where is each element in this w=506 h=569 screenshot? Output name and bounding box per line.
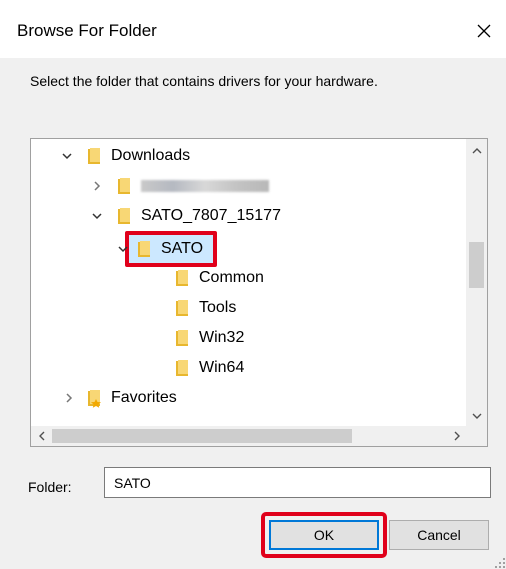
tree-item-sato[interactable]: SATO bbox=[117, 231, 218, 267]
close-button[interactable] bbox=[462, 12, 506, 50]
folder-icon bbox=[176, 270, 188, 286]
selected-tree-item[interactable]: SATO bbox=[125, 231, 218, 267]
folder-icon bbox=[118, 208, 130, 224]
folder-icon bbox=[176, 360, 188, 376]
folder-icon bbox=[88, 148, 100, 164]
browse-for-folder-dialog: Browse For Folder Select the folder that… bbox=[0, 0, 506, 569]
favorites-folder-icon bbox=[88, 390, 101, 408]
scrollbar-corner bbox=[466, 425, 487, 446]
tree-item-tools[interactable]: Tools bbox=[175, 294, 236, 322]
tree-item-common[interactable]: Common bbox=[175, 264, 264, 292]
chevron-down-icon[interactable] bbox=[61, 150, 73, 162]
chevron-right-icon[interactable] bbox=[63, 392, 75, 404]
instruction-text: Select the folder that contains drivers … bbox=[30, 73, 378, 89]
horizontal-scroll-thumb[interactable] bbox=[52, 429, 352, 443]
folder-input[interactable] bbox=[104, 467, 491, 498]
redacted-folder-name bbox=[141, 180, 269, 192]
resize-grip-icon[interactable] bbox=[494, 557, 506, 569]
tree-item-label: SATO bbox=[161, 240, 204, 257]
folder-icon bbox=[176, 330, 188, 346]
close-icon bbox=[477, 24, 491, 38]
tree-item-downloads[interactable]: Downloads bbox=[61, 142, 190, 170]
tree-item-win32[interactable]: Win32 bbox=[175, 324, 244, 352]
folder-icon bbox=[118, 178, 130, 194]
chevron-left-icon bbox=[38, 431, 44, 441]
tree-item-favorites[interactable]: Favorites bbox=[63, 384, 177, 412]
folder-field-label: Folder: bbox=[28, 479, 72, 495]
tree-item-label: Common bbox=[199, 269, 264, 286]
vertical-scrollbar[interactable] bbox=[466, 139, 487, 426]
horizontal-scrollbar[interactable] bbox=[31, 426, 467, 446]
tree-item-label: Win32 bbox=[199, 329, 245, 346]
tree-item-label: SATO_7807_15177 bbox=[141, 207, 281, 224]
scroll-left-button[interactable] bbox=[31, 426, 52, 446]
tree-item-label: Win64 bbox=[199, 359, 245, 376]
tree-item-label: Favorites bbox=[111, 389, 177, 406]
chevron-up-icon bbox=[472, 148, 481, 154]
folder-tree[interactable]: Downloads SATO_7807_15177 SATO Common To… bbox=[30, 138, 488, 447]
chevron-right-icon[interactable] bbox=[91, 180, 103, 192]
scroll-right-button[interactable] bbox=[446, 426, 467, 446]
title-bar: Browse For Folder bbox=[0, 0, 506, 58]
dialog-title: Browse For Folder bbox=[17, 21, 157, 40]
tree-item-win64[interactable]: Win64 bbox=[175, 354, 244, 382]
scroll-up-button[interactable] bbox=[466, 141, 487, 161]
ok-button[interactable]: OK bbox=[269, 520, 379, 550]
tree-item-label: Downloads bbox=[111, 147, 191, 164]
cancel-button[interactable]: Cancel bbox=[389, 520, 489, 550]
folder-icon bbox=[176, 300, 188, 316]
chevron-down-icon[interactable] bbox=[117, 243, 129, 255]
scroll-down-button[interactable] bbox=[466, 406, 487, 426]
chevron-down-icon bbox=[472, 413, 481, 419]
tree-item-sato-7807-15177[interactable]: SATO_7807_15177 bbox=[91, 202, 281, 230]
tree-item-blurred[interactable] bbox=[91, 172, 269, 200]
open-folder-icon bbox=[138, 241, 150, 257]
chevron-down-icon[interactable] bbox=[91, 210, 103, 222]
vertical-scroll-thumb[interactable] bbox=[469, 242, 484, 288]
chevron-right-icon bbox=[454, 431, 460, 441]
tree-item-label: Tools bbox=[199, 299, 237, 316]
